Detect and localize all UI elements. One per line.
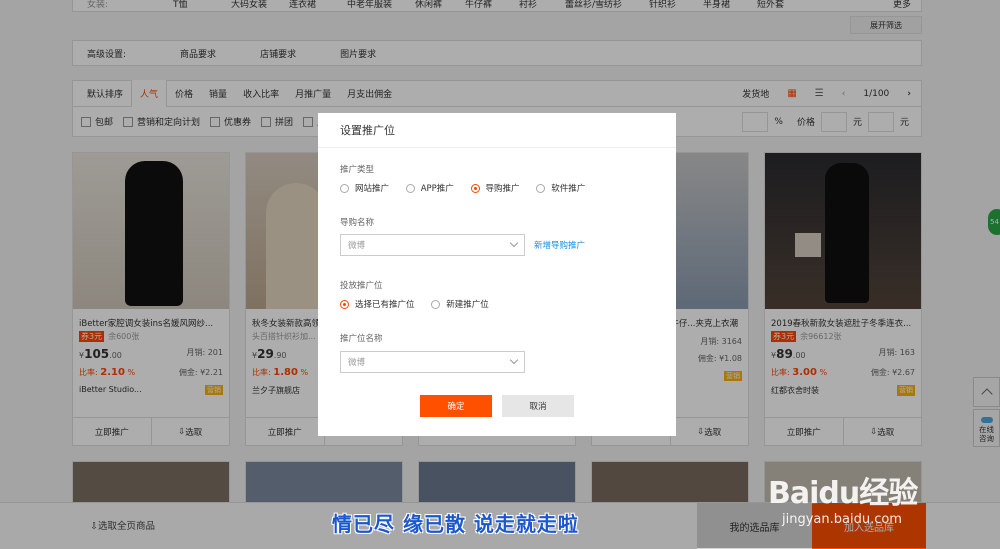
radio-existing-position[interactable]: 选择已有推广位	[340, 298, 415, 310]
radio-icon	[340, 183, 349, 193]
placement-radios: 选择已有推广位 新建推广位	[340, 298, 503, 312]
radio-label: APP推广	[420, 184, 454, 194]
video-subtitle: 情已尽 缘已散 说走就走啦	[332, 512, 579, 536]
cancel-button[interactable]: 取消	[502, 395, 574, 417]
guide-name-select[interactable]: 微博	[340, 234, 525, 256]
guide-name-label: 导购名称	[340, 218, 375, 228]
modal-title: 设置推广位	[318, 113, 676, 148]
set-promotion-modal: 设置推广位 推广类型 网站推广 APP推广 导购推广 软件推广 导购名称 微博 …	[318, 113, 676, 436]
promo-type-radios: 网站推广 APP推广 导购推广 软件推广	[340, 182, 599, 196]
position-name-value: 微博	[348, 358, 366, 368]
radio-selected-icon	[340, 299, 349, 309]
radio-label: 新建推广位	[446, 300, 489, 310]
guide-name-value: 微博	[348, 241, 366, 251]
radio-label: 网站推广	[355, 184, 390, 194]
confirm-button[interactable]: 确定	[420, 395, 492, 417]
radio-software[interactable]: 软件推广	[536, 182, 585, 194]
promo-type-label: 推广类型	[340, 165, 375, 175]
radio-icon	[431, 299, 441, 309]
position-name-label: 推广位名称	[340, 334, 383, 344]
chevron-down-icon	[509, 238, 519, 248]
baidu-watermark: Baidu经验 jingyan.baidu.com	[768, 444, 944, 544]
new-guide-link[interactable]: 新增导购推广	[534, 239, 585, 251]
radio-label: 选择已有推广位	[355, 300, 415, 310]
radio-guide[interactable]: 导购推广	[470, 182, 520, 194]
radio-label: 导购推广	[485, 184, 520, 194]
chevron-down-icon	[509, 355, 519, 365]
watermark-brand: Baidu经验	[768, 476, 918, 511]
radio-selected-icon	[470, 183, 480, 193]
radio-website[interactable]: 网站推广	[340, 182, 389, 194]
placement-label: 投放推广位	[340, 281, 383, 291]
radio-label: 软件推广	[551, 184, 586, 194]
radio-icon	[536, 183, 546, 193]
position-name-select[interactable]: 微博	[340, 351, 525, 373]
radio-new-position[interactable]: 新建推广位	[431, 298, 489, 310]
watermark-url: jingyan.baidu.com	[782, 512, 902, 527]
radio-icon	[405, 183, 415, 193]
radio-app[interactable]: APP推广	[405, 182, 454, 194]
